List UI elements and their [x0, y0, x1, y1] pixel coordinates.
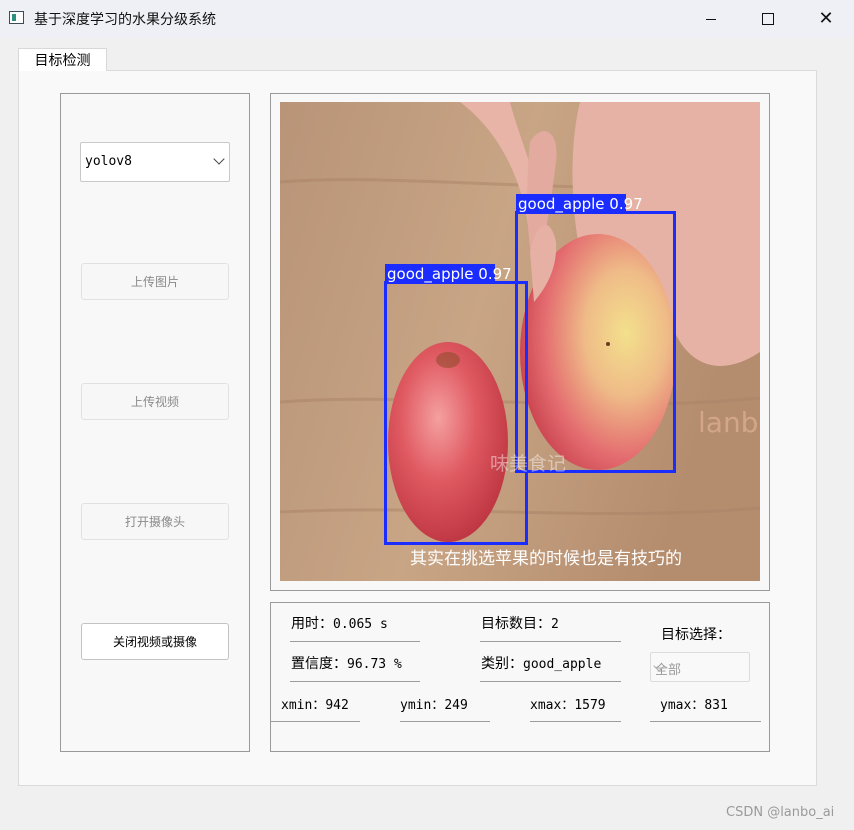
maximize-icon — [762, 13, 774, 25]
app-icon — [9, 11, 24, 24]
close-icon: ✕ — [818, 8, 834, 29]
time-value: 0.065 s — [333, 617, 388, 632]
divider — [290, 681, 420, 682]
minimize-icon — [706, 18, 716, 20]
divider — [290, 641, 420, 642]
csdn-watermark: CSDN @lanbo_ai — [726, 805, 835, 820]
maximize-button[interactable] — [745, 0, 791, 38]
time-info: 用时：0.065 s — [291, 616, 388, 632]
ymax-value: 831 — [704, 698, 728, 713]
target-select-label: 目标选择： — [661, 627, 731, 643]
close-video-button[interactable]: 关闭视频或摄像 — [81, 623, 229, 660]
minimize-button[interactable] — [688, 0, 734, 38]
detection-label: good_apple 0.97 — [387, 265, 512, 284]
confidence-info: 置信度：96.73 % — [291, 656, 402, 672]
divider — [530, 721, 621, 722]
xmax-value: 1579 — [574, 698, 606, 713]
divider — [650, 721, 761, 722]
ymax-info: ymax：831 — [660, 698, 728, 713]
model-select[interactable]: yolov8 — [80, 142, 230, 182]
class-info: 类别：good_apple — [481, 656, 602, 672]
window-title: 基于深度学习的水果分级系统 — [34, 12, 216, 28]
open-camera-button[interactable]: 打开摄像头 — [81, 503, 229, 540]
count-value: 2 — [551, 617, 559, 632]
chevron-down-icon — [213, 153, 225, 165]
class-value: good_apple — [523, 657, 602, 672]
tab-detection[interactable]: 目标检测 — [18, 48, 107, 71]
watermark-text: 味美食记 — [490, 453, 566, 475]
divider — [270, 721, 360, 722]
title-bar[interactable]: 基于深度学习的水果分级系统 ✕ — [0, 0, 854, 38]
target-select[interactable]: 全部 — [650, 652, 750, 682]
count-info: 目标数目：2 — [481, 616, 559, 632]
xmin-value: 942 — [325, 698, 349, 713]
video-subtitle: 其实在挑选苹果的时候也是有技巧的 — [410, 549, 682, 569]
divider — [480, 681, 621, 682]
close-button[interactable]: ✕ — [803, 0, 849, 38]
confidence-value: 96.73 % — [347, 657, 402, 672]
xmin-info: xmin：942 — [281, 698, 349, 713]
divider — [400, 721, 490, 722]
upload-video-button[interactable]: 上传视频 — [81, 383, 229, 420]
xmax-info: xmax：1579 — [530, 698, 606, 713]
detection-label: good_apple 0.97 — [518, 195, 643, 214]
ymin-value: 249 — [444, 698, 468, 713]
author-watermark: lanbo_ai — [698, 406, 760, 439]
ymin-info: ymin：249 — [400, 698, 468, 713]
detection-image: good_apple 0.97 good_apple 0.97 味美食记 其实在… — [280, 102, 760, 581]
app-window: 基于深度学习的水果分级系统 ✕ 目标检测 yolov8 上传图片 上传视频 打开… — [0, 0, 854, 830]
divider — [480, 641, 621, 642]
model-select-value: yolov8 — [85, 154, 132, 169]
upload-image-button[interactable]: 上传图片 — [81, 263, 229, 300]
